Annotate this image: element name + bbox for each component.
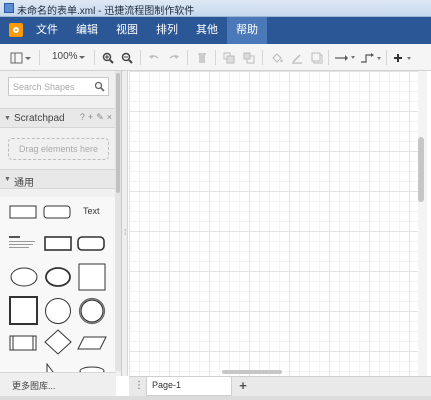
- zoom-out-icon[interactable]: [120, 49, 134, 66]
- toolbar-separator: [215, 50, 216, 65]
- scratchpad-drop-zone[interactable]: Drag elements here: [8, 138, 109, 160]
- diamond-shape[interactable]: [44, 329, 72, 355]
- scratchpad-label: Scratchpad: [14, 113, 65, 124]
- insert-icon[interactable]: [391, 49, 415, 66]
- toolbar-separator: [187, 50, 188, 65]
- canvas-horizontal-scrollbar-thumb[interactable]: [222, 370, 282, 374]
- menu-edit[interactable]: 编辑: [67, 17, 107, 44]
- rounded-rectangle-shape[interactable]: [43, 205, 71, 219]
- more-libraries-label: 更多图库...: [12, 381, 56, 391]
- circle-shape[interactable]: [44, 297, 72, 325]
- redo-icon[interactable]: [167, 49, 181, 66]
- app-window-icon: [4, 3, 14, 13]
- menubar: 文件 编辑 视图 排列 其他 帮助: [0, 17, 431, 44]
- text-shape[interactable]: Text: [83, 206, 100, 216]
- general-shapes-palette: Text: [0, 197, 116, 376]
- general-section-label: 通用: [14, 178, 34, 189]
- search-input[interactable]: [9, 78, 89, 95]
- to-back-icon[interactable]: [242, 49, 256, 66]
- scratchpad-header[interactable]: ▼ Scratchpad ? + ✎ ×: [0, 108, 116, 128]
- square-shape[interactable]: [78, 263, 106, 291]
- menu-view[interactable]: 视图: [107, 17, 147, 44]
- menu-file[interactable]: 文件: [27, 17, 67, 44]
- sidebar-splitter[interactable]: [122, 71, 128, 376]
- parallelogram-shape[interactable]: [77, 336, 107, 350]
- shadow-icon[interactable]: [310, 49, 324, 66]
- rounded-process-shape[interactable]: [77, 236, 105, 251]
- toolbar-separator: [386, 50, 387, 65]
- double-circle-shape[interactable]: [78, 297, 106, 325]
- to-front-icon[interactable]: [222, 49, 236, 66]
- zoom-in-icon[interactable]: [101, 49, 115, 66]
- help-icon[interactable]: ?: [80, 112, 85, 123]
- search-icon[interactable]: [94, 81, 105, 92]
- textbox-shape[interactable]: [9, 235, 37, 251]
- toolbar-separator: [262, 50, 263, 65]
- add-icon[interactable]: +: [88, 112, 93, 123]
- window-titlebar: 未命名的表单.xml - 迅捷流程图制作软件: [0, 0, 431, 17]
- app-logo-icon: [9, 23, 23, 37]
- sidebar-scrollbar-thumb[interactable]: [116, 73, 120, 193]
- add-page-button[interactable]: +: [236, 378, 250, 394]
- bold-square-shape[interactable]: [9, 296, 39, 326]
- menu-help[interactable]: 帮助: [227, 17, 267, 44]
- undo-icon[interactable]: [147, 49, 161, 66]
- toolbar-separator: [94, 50, 95, 65]
- scratchpad-tools: ? + ✎ ×: [80, 112, 112, 123]
- collapse-caret-icon: ▼: [4, 115, 11, 122]
- bold-ellipse-shape[interactable]: [44, 266, 72, 288]
- toolbar-separator: [39, 50, 40, 65]
- fill-color-icon[interactable]: [270, 49, 284, 66]
- toolbar-separator: [140, 50, 141, 65]
- search-box: [8, 77, 109, 96]
- window-bottom-edge: [0, 396, 431, 400]
- close-icon[interactable]: ×: [107, 112, 112, 123]
- pages-menu-icon[interactable]: ⋮: [133, 378, 145, 394]
- page-tab-1[interactable]: Page-1: [146, 377, 232, 396]
- canvas-vertical-scrollbar-thumb[interactable]: [418, 137, 424, 202]
- process-shape[interactable]: [44, 236, 72, 251]
- line-color-icon[interactable]: [290, 49, 304, 66]
- menu-arrange[interactable]: 排列: [147, 17, 187, 44]
- canvas-vertical-scrollbar[interactable]: [418, 71, 427, 376]
- window-title: 未命名的表单.xml - 迅捷流程图制作软件: [17, 6, 195, 17]
- ellipse-shape[interactable]: [9, 266, 39, 288]
- shapes-sidebar: ▼ Scratchpad ? + ✎ × Drag elements here …: [0, 71, 122, 396]
- general-section-header[interactable]: ▼ 通用: [0, 169, 116, 189]
- splitter-grip-icon[interactable]: ⁞: [124, 228, 126, 237]
- toolbar-separator: [328, 50, 329, 65]
- collapse-caret-icon: ▼: [4, 176, 11, 183]
- predefined-process-shape[interactable]: [9, 335, 37, 351]
- edit-icon[interactable]: ✎: [96, 112, 104, 123]
- menu-items: 文件 编辑 视图 排列 其他 帮助: [27, 17, 267, 44]
- page-tab-label: Page-1: [152, 380, 182, 390]
- connection-icon[interactable]: [333, 49, 357, 66]
- diagram-canvas[interactable]: [129, 71, 418, 376]
- waypoints-icon[interactable]: [359, 49, 383, 66]
- toolbar: 100%: [0, 44, 431, 71]
- menu-extras[interactable]: 其他: [187, 17, 227, 44]
- zoom-dropdown-icon[interactable]: [77, 49, 87, 66]
- rectangle-shape[interactable]: [9, 205, 37, 219]
- format-panel-icon[interactable]: [8, 49, 34, 66]
- more-libraries-button[interactable]: 更多图库...: [0, 372, 116, 396]
- delete-icon[interactable]: [195, 49, 209, 66]
- zoom-level[interactable]: 100%: [52, 51, 78, 62]
